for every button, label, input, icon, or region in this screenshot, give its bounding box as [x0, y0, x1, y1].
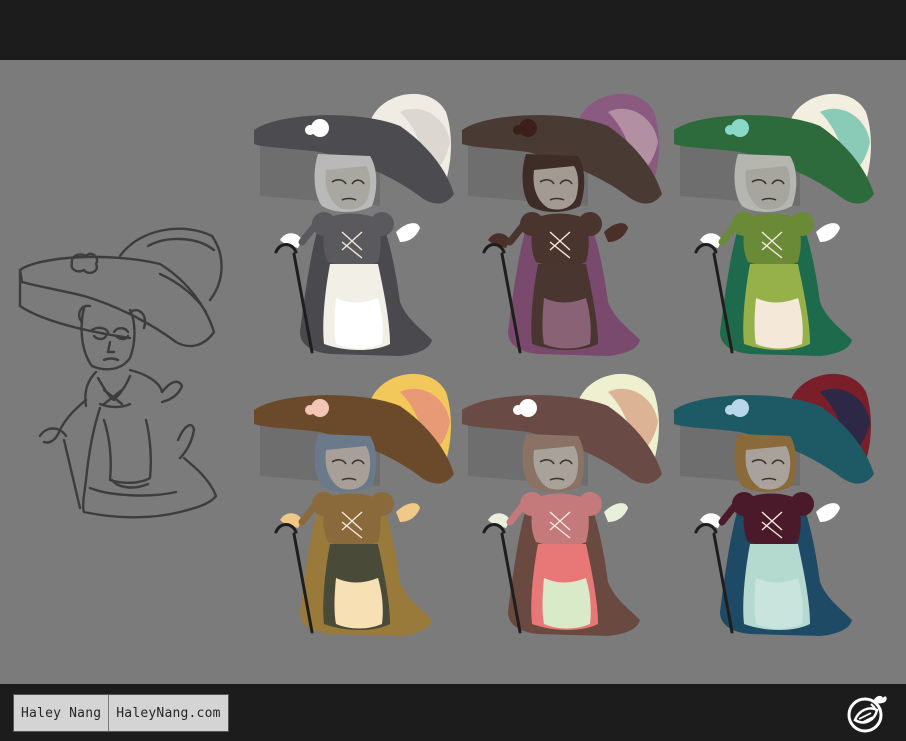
top-bar: [0, 0, 906, 60]
artist-name: Haley Nang: [21, 705, 102, 721]
character-variant-olive-peach: [254, 373, 454, 636]
credit-label: Haley Nang HaleyNang.com: [13, 694, 229, 732]
character-variant-mauve-brown: [462, 93, 662, 356]
radish-logo-icon: [847, 695, 887, 733]
character-variant-green-cream: [674, 93, 874, 356]
artwork-canvas: [0, 60, 906, 684]
footer-bar: Haley Nang HaleyNang.com: [0, 684, 906, 741]
character-variant-grey-white: [254, 93, 454, 356]
character-variant-rose-mint: [462, 373, 662, 636]
character-sheet: [18, 93, 874, 636]
website-link[interactable]: HaleyNang.com: [109, 695, 227, 731]
line-sketch: [18, 227, 223, 519]
character-variant-teal-crimson: [674, 373, 874, 636]
